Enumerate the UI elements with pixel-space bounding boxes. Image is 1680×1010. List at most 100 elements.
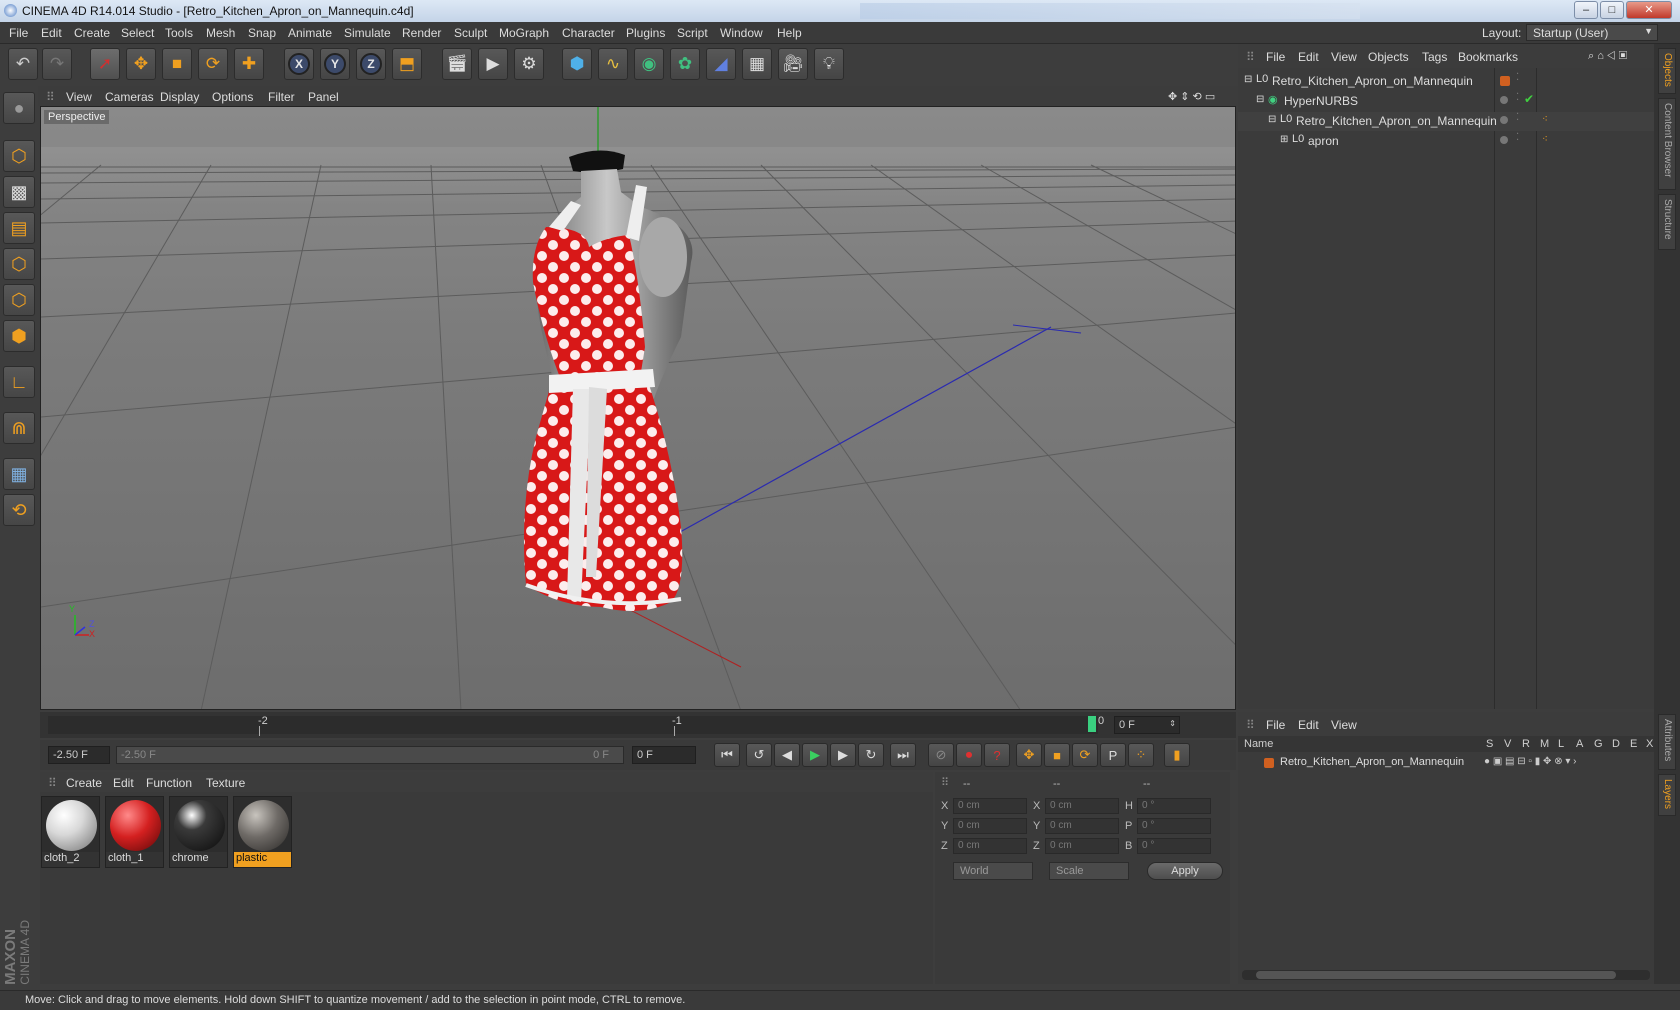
minimize-button[interactable]: – — [1574, 1, 1598, 19]
tab-attributes[interactable]: Attributes — [1658, 714, 1676, 770]
object-menu-edit[interactable]: Edit — [1298, 50, 1319, 64]
viewport-menu-options[interactable]: Options — [212, 90, 253, 104]
make-editable-button[interactable]: ● — [3, 92, 35, 124]
frame-range-slider[interactable]: -2.50 F 0 F — [116, 746, 624, 764]
step-forward-button[interactable]: ▶ — [830, 743, 856, 767]
play-button[interactable]: ▶ — [802, 743, 828, 767]
viewport-menu-cameras[interactable]: Cameras — [105, 90, 154, 104]
tab-objects[interactable]: Objects — [1658, 48, 1676, 94]
collapse-icon[interactable]: ⊟ — [1268, 114, 1276, 125]
recent-tools-button[interactable]: ✚ — [234, 48, 264, 80]
model-mode-button[interactable]: ⬡ — [3, 140, 35, 172]
material-tag-icon[interactable]: ⁖ — [1542, 134, 1548, 145]
layer-menu-file[interactable]: File — [1266, 718, 1285, 732]
light-button[interactable]: 💡︎ — [814, 48, 844, 80]
material-menu-texture[interactable]: Texture — [206, 776, 245, 790]
tab-layers[interactable]: Layers — [1658, 774, 1676, 816]
material-menu-edit[interactable]: Edit — [113, 776, 134, 790]
layer-menu-view[interactable]: View — [1331, 718, 1357, 732]
material-menu-create[interactable]: Create — [66, 776, 102, 790]
menu-sculpt[interactable]: Sculpt — [454, 26, 487, 40]
cube-button[interactable]: ⬢ — [562, 48, 592, 80]
workplane-lock-button[interactable]: ▦ — [3, 458, 35, 490]
render-settings-button[interactable]: ⚙ — [514, 48, 544, 80]
keyframe-selection-button[interactable]: ? — [984, 743, 1010, 767]
spline-button[interactable]: ∿ — [598, 48, 628, 80]
menu-character[interactable]: Character — [562, 26, 615, 40]
render-picture-viewer-button[interactable]: ▶ — [478, 48, 508, 80]
viewport-nav-icons[interactable]: ✥ ⇕ ⟲ ▭ — [1168, 90, 1215, 103]
playhead[interactable] — [1088, 716, 1096, 732]
maximize-button[interactable]: □ — [1600, 1, 1624, 19]
object-row[interactable]: ⊟ L0 Retro_Kitchen_Apron_on_Mannequin ⁚ … — [1238, 112, 1654, 131]
axis-mode-button[interactable]: ∟ — [3, 366, 35, 398]
object-menu-view[interactable]: View — [1331, 50, 1357, 64]
expand-icon[interactable]: ⊞ — [1280, 134, 1288, 145]
material-cloth-2[interactable]: cloth_2 — [41, 796, 100, 868]
redo-button[interactable]: ↷ — [42, 48, 72, 80]
viewport-perspective[interactable]: Perspective Y Z X — [40, 106, 1236, 710]
layer-color-swatch[interactable] — [1500, 76, 1510, 86]
menu-window[interactable]: Window — [720, 26, 763, 40]
move-tool-button[interactable]: ✥ — [126, 48, 156, 80]
collapse-icon[interactable]: ⊟ — [1256, 94, 1264, 105]
texture-mode-button[interactable]: ▩ — [3, 176, 35, 208]
timeline-window-button[interactable]: ▮ — [1164, 743, 1190, 767]
end-frame-field[interactable]: 0 F — [632, 746, 696, 764]
material-tag-icon[interactable]: ⁖ — [1542, 114, 1548, 125]
coordinate-system-button[interactable]: ⬒ — [392, 48, 422, 80]
layer-color-swatch[interactable] — [1264, 758, 1274, 768]
goto-start-button[interactable]: ⏮ — [714, 743, 740, 767]
rotation-b-field[interactable]: 0 ° — [1137, 838, 1211, 854]
scale-tool-button[interactable]: ■ — [162, 48, 192, 80]
polygons-mode-button[interactable]: ⬢ — [3, 320, 35, 352]
horizontal-scrollbar[interactable] — [1242, 970, 1650, 980]
menu-edit[interactable]: Edit — [41, 26, 62, 40]
material-menu-function[interactable]: Function — [146, 776, 192, 790]
live-selection-button[interactable]: ➚ — [90, 48, 120, 80]
visibility-dots[interactable]: ⁚ — [1516, 112, 1519, 123]
menu-animate[interactable]: Animate — [288, 26, 332, 40]
column-render[interactable]: R — [1522, 738, 1530, 750]
material-plastic[interactable]: plastic — [233, 796, 292, 868]
nurbs-button[interactable]: ◉ — [634, 48, 664, 80]
menu-mograph[interactable]: MoGraph — [499, 26, 549, 40]
menu-help[interactable]: Help — [777, 26, 802, 40]
key-scale-button[interactable]: ■ — [1044, 743, 1070, 767]
planar-workplane-button[interactable]: ⟲ — [3, 494, 35, 526]
object-row[interactable]: ⊟ ◉ HyperNURBS ⁚ ✔ — [1238, 92, 1654, 111]
object-menu-tags[interactable]: Tags — [1422, 50, 1447, 64]
layer-dot[interactable] — [1500, 116, 1508, 124]
object-row[interactable]: ⊞ L0 apron ⁚ ⁖ — [1238, 132, 1654, 151]
object-row[interactable]: ⊟ L0 Retro_Kitchen_Apron_on_Mannequin ⁚ — [1238, 72, 1654, 91]
menu-simulate[interactable]: Simulate — [344, 26, 391, 40]
column-name[interactable]: Name — [1244, 738, 1273, 750]
layer-dot[interactable] — [1500, 136, 1508, 144]
deformer-button[interactable]: ◢ — [706, 48, 736, 80]
menu-snap[interactable]: Snap — [248, 26, 276, 40]
column-xref[interactable]: X — [1646, 738, 1653, 750]
tab-content-browser[interactable]: Content Browser — [1658, 98, 1676, 190]
position-x-field[interactable]: 0 cm — [953, 798, 1027, 814]
viewport-menu-filter[interactable]: Filter — [268, 90, 295, 104]
column-generators[interactable]: G — [1594, 738, 1603, 750]
menu-create[interactable]: Create — [74, 26, 110, 40]
key-parameter-button[interactable]: P — [1100, 743, 1126, 767]
visibility-dots[interactable]: ⁚ — [1516, 72, 1519, 83]
material-chrome[interactable]: chrome — [169, 796, 228, 868]
menu-plugins[interactable]: Plugins — [626, 26, 665, 40]
next-key-button[interactable]: ↻ — [858, 743, 884, 767]
column-deformers[interactable]: D — [1612, 738, 1620, 750]
rotation-h-field[interactable]: 0 ° — [1137, 798, 1211, 814]
search-icon[interactable]: ⌕ ⌂ ◁ ▣ — [1588, 50, 1627, 63]
edges-mode-button[interactable]: ⬡ — [3, 284, 35, 316]
column-animation[interactable]: A — [1576, 738, 1583, 750]
layer-toggle-icons[interactable]: ● ▣ ▤ ⊟ ▫ ▮ ✥ ⊗ ▾ › — [1484, 756, 1576, 767]
column-view[interactable]: V — [1504, 738, 1511, 750]
coordinate-space-dropdown[interactable]: World — [953, 862, 1033, 880]
column-solo[interactable]: S — [1486, 738, 1493, 750]
y-axis-button[interactable]: Y — [320, 48, 350, 80]
undo-button[interactable]: ↶ — [8, 48, 38, 80]
timeline-ruler[interactable]: -2 -1 0 0 F ⇕ — [40, 712, 1236, 738]
key-position-button[interactable]: ✥ — [1016, 743, 1042, 767]
